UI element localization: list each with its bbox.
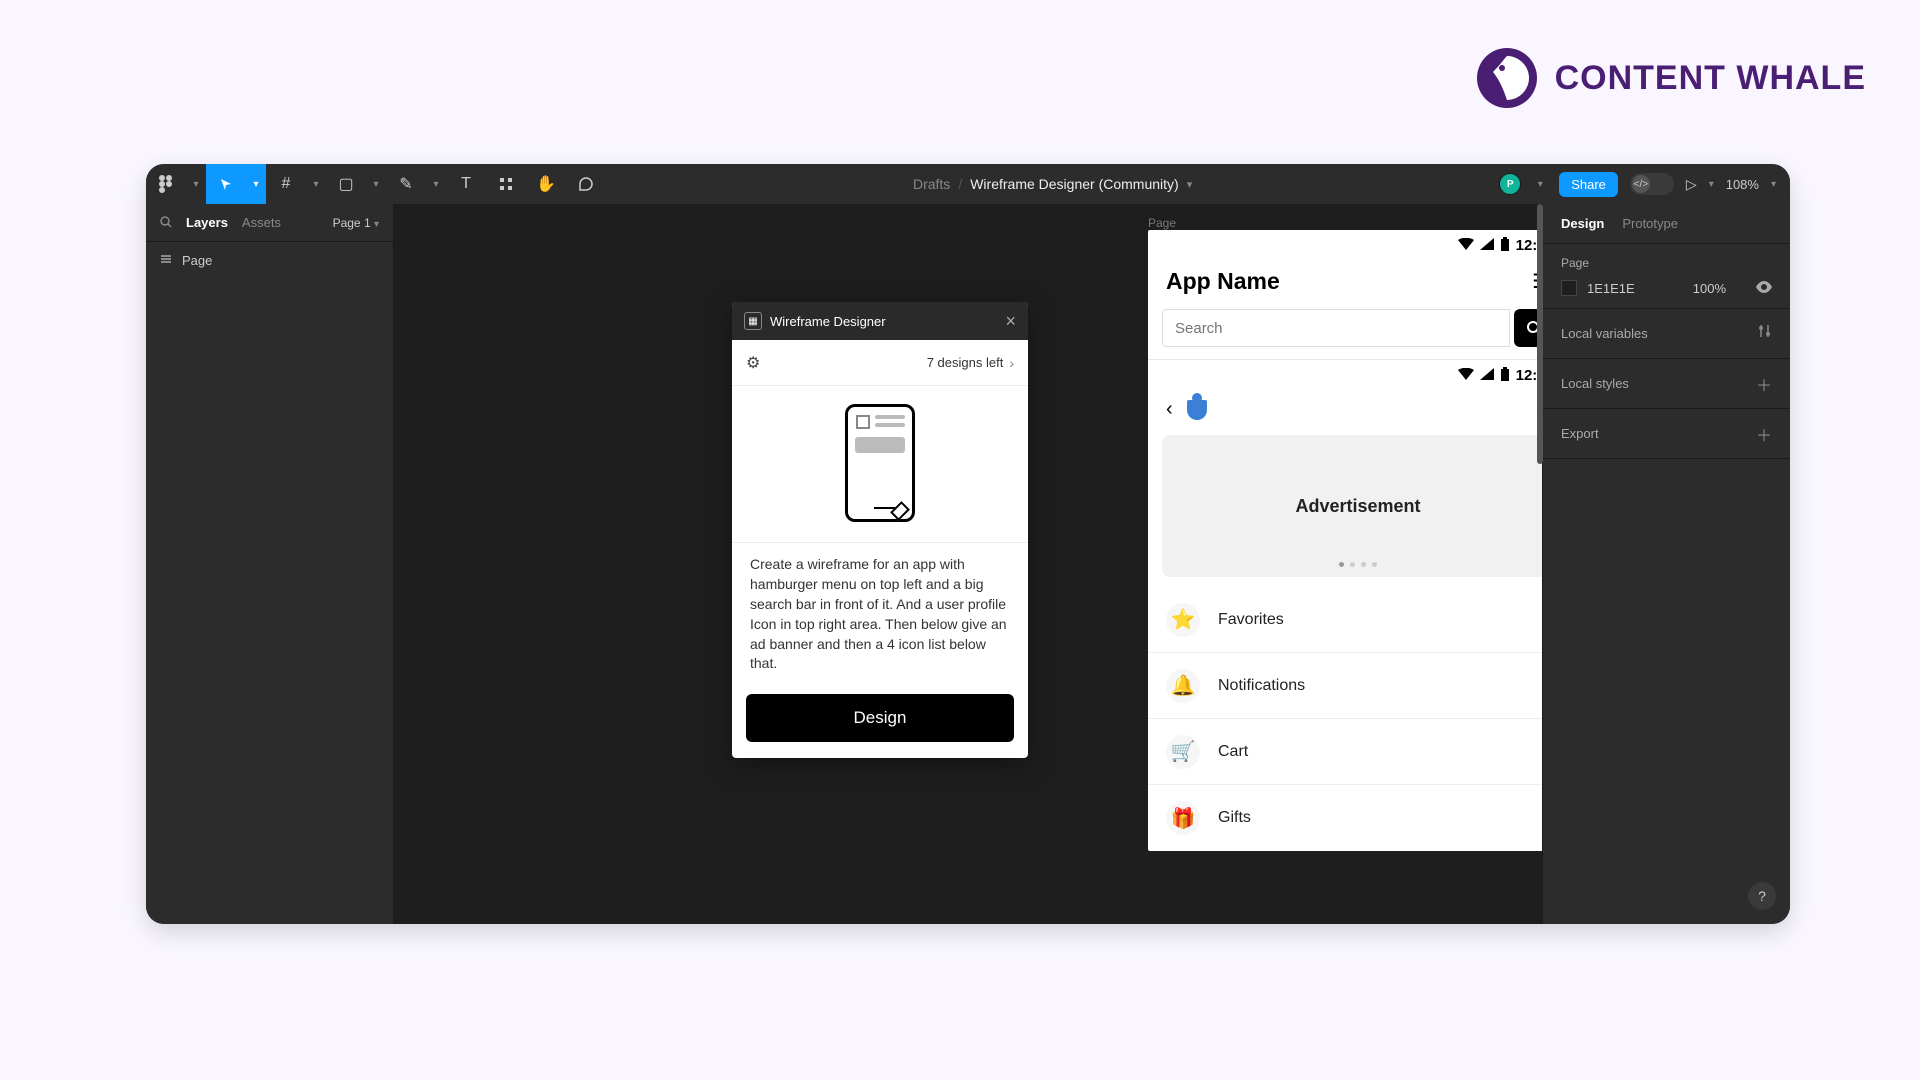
wifi-icon [1458, 367, 1474, 383]
search-input[interactable] [1162, 309, 1510, 347]
list-label: Cart [1218, 743, 1248, 761]
profile-icon[interactable] [1187, 400, 1207, 420]
frame-label[interactable]: Page [1148, 216, 1176, 230]
gift-icon: 🎁 [1166, 801, 1200, 835]
breadcrumb-file[interactable]: Wireframe Designer (Community) [970, 176, 1178, 192]
pen-caret-icon[interactable]: ▾ [426, 164, 446, 204]
scrollbar[interactable] [1537, 204, 1543, 464]
zoom-caret-icon[interactable]: ▾ [1771, 179, 1776, 190]
brand-name: CONTENT WHALE [1555, 59, 1866, 98]
local-styles-section[interactable]: Local styles ＋ [1543, 359, 1790, 409]
dev-mode-toggle[interactable]: </> [1630, 173, 1674, 195]
layer-item-page[interactable]: Page [146, 242, 393, 278]
list-label: Favorites [1218, 611, 1284, 629]
list-item[interactable]: 🛒 Cart [1148, 719, 1542, 785]
ad-label: Advertisement [1295, 496, 1420, 517]
wifi-icon [1458, 237, 1474, 253]
gear-icon[interactable]: ⚙ [746, 353, 760, 373]
signal-icon [1480, 367, 1494, 383]
star-icon: ⭐ [1166, 603, 1200, 637]
mobile-frame[interactable]: 12:30 App Name ☰ 12:30 [1148, 230, 1542, 851]
tab-design[interactable]: Design [1561, 216, 1604, 231]
page-selector[interactable]: Page 1 ▾ [333, 216, 379, 230]
eye-icon[interactable] [1756, 280, 1772, 296]
color-hex[interactable]: 1E1E1E [1587, 281, 1635, 296]
move-tool-icon[interactable] [206, 164, 246, 204]
zoom-level[interactable]: 108% [1726, 177, 1759, 192]
list-item[interactable]: 🔔 Notifications [1148, 653, 1542, 719]
plugin-logo-icon: ▦ [744, 312, 762, 330]
plus-icon[interactable]: ＋ [1756, 422, 1772, 446]
layer-label: Page [182, 253, 212, 268]
shape-caret-icon[interactable]: ▾ [366, 164, 386, 204]
plugin-prompt-text[interactable]: Create a wireframe for an app with hambu… [732, 543, 1028, 688]
brand-logo-lockup: CONTENT WHALE [1475, 46, 1866, 110]
share-button[interactable]: Share [1559, 172, 1618, 197]
help-button[interactable]: ? [1748, 882, 1776, 910]
list-label: Notifications [1218, 677, 1305, 695]
plugin-panel: ▦ Wireframe Designer × ⚙ 7 designs left … [732, 302, 1028, 758]
section-page-title: Page [1561, 256, 1772, 270]
right-panel: Design Prototype Page 1E1E1E 100% Local … [1542, 204, 1790, 924]
dev-mode-icon: </> [1632, 175, 1650, 193]
carousel-dots [1339, 562, 1377, 567]
local-variables-section[interactable]: Local variables [1543, 309, 1790, 359]
plugin-illustration [732, 386, 1028, 543]
resources-tool-icon[interactable] [486, 164, 526, 204]
figma-menu-icon[interactable] [146, 164, 186, 204]
canvas[interactable]: Page ▦ Wireframe Designer × ⚙ 7 designs … [394, 204, 1542, 924]
shape-tool-icon[interactable]: ▢ [326, 164, 366, 204]
list-item[interactable]: 🎁 Gifts [1148, 785, 1542, 851]
tab-layers[interactable]: Layers [186, 215, 228, 230]
signal-icon [1480, 237, 1494, 253]
color-swatch[interactable] [1561, 280, 1577, 296]
status-bar-2: 12:30 [1148, 360, 1542, 390]
plugin-title: Wireframe Designer [770, 314, 886, 329]
pen-tool-icon[interactable]: ✎ [386, 164, 426, 204]
user-avatar[interactable]: P [1499, 173, 1521, 195]
breadcrumb[interactable]: Drafts / Wireframe Designer (Community) … [606, 176, 1499, 192]
tab-assets[interactable]: Assets [242, 215, 281, 230]
sliders-icon[interactable] [1758, 324, 1772, 343]
present-icon[interactable]: ▷ [1686, 176, 1697, 193]
frame-tool-icon[interactable]: # [266, 164, 306, 204]
list-label: Gifts [1218, 809, 1251, 827]
battery-icon [1500, 237, 1510, 254]
text-tool-icon[interactable]: T [446, 164, 486, 204]
breadcrumb-drafts[interactable]: Drafts [913, 176, 950, 192]
figma-window: ▾ ▾ # ▾ ▢ ▾ ✎ ▾ T ✋ Drafts / Wireframe D… [146, 164, 1790, 924]
back-icon[interactable]: ‹ [1166, 398, 1173, 421]
color-opacity[interactable]: 100% [1693, 281, 1726, 296]
design-button[interactable]: Design [746, 694, 1014, 742]
plus-icon[interactable]: ＋ [1756, 372, 1772, 396]
battery-icon [1500, 367, 1510, 384]
avatar-caret-icon[interactable]: ▾ [1533, 164, 1547, 204]
list-item[interactable]: ⭐ Favorites [1148, 587, 1542, 653]
left-panel: Layers Assets Page 1 ▾ Page [146, 204, 394, 924]
file-caret-icon[interactable]: ▾ [1187, 178, 1193, 191]
cart-icon: 🛒 [1166, 735, 1200, 769]
top-toolbar: ▾ ▾ # ▾ ▢ ▾ ✎ ▾ T ✋ Drafts / Wireframe D… [146, 164, 1790, 204]
present-caret-icon[interactable]: ▾ [1709, 179, 1714, 190]
hand-tool-icon[interactable]: ✋ [526, 164, 566, 204]
tab-prototype[interactable]: Prototype [1622, 216, 1678, 231]
menu-caret-icon[interactable]: ▾ [186, 164, 206, 204]
ad-banner[interactable]: Advertisement [1162, 435, 1542, 577]
frame-caret-icon[interactable]: ▾ [306, 164, 326, 204]
move-tool-caret-icon[interactable]: ▾ [246, 164, 266, 204]
search-icon[interactable] [160, 215, 172, 231]
app-title: App Name [1166, 268, 1280, 295]
export-section[interactable]: Export ＋ [1543, 409, 1790, 459]
page-layer-icon [160, 253, 172, 268]
bell-icon: 🔔 [1166, 669, 1200, 703]
background-color-row[interactable]: 1E1E1E 100% [1561, 280, 1772, 296]
breadcrumb-separator: / [958, 176, 962, 192]
comment-tool-icon[interactable] [566, 164, 606, 204]
whale-logo-icon [1475, 46, 1539, 110]
chevron-right-icon[interactable]: › [1009, 355, 1014, 371]
close-icon[interactable]: × [1005, 311, 1016, 332]
status-bar: 12:30 [1148, 230, 1542, 260]
plugin-header[interactable]: ▦ Wireframe Designer × [732, 302, 1028, 340]
designs-remaining: 7 designs left [927, 355, 1004, 370]
